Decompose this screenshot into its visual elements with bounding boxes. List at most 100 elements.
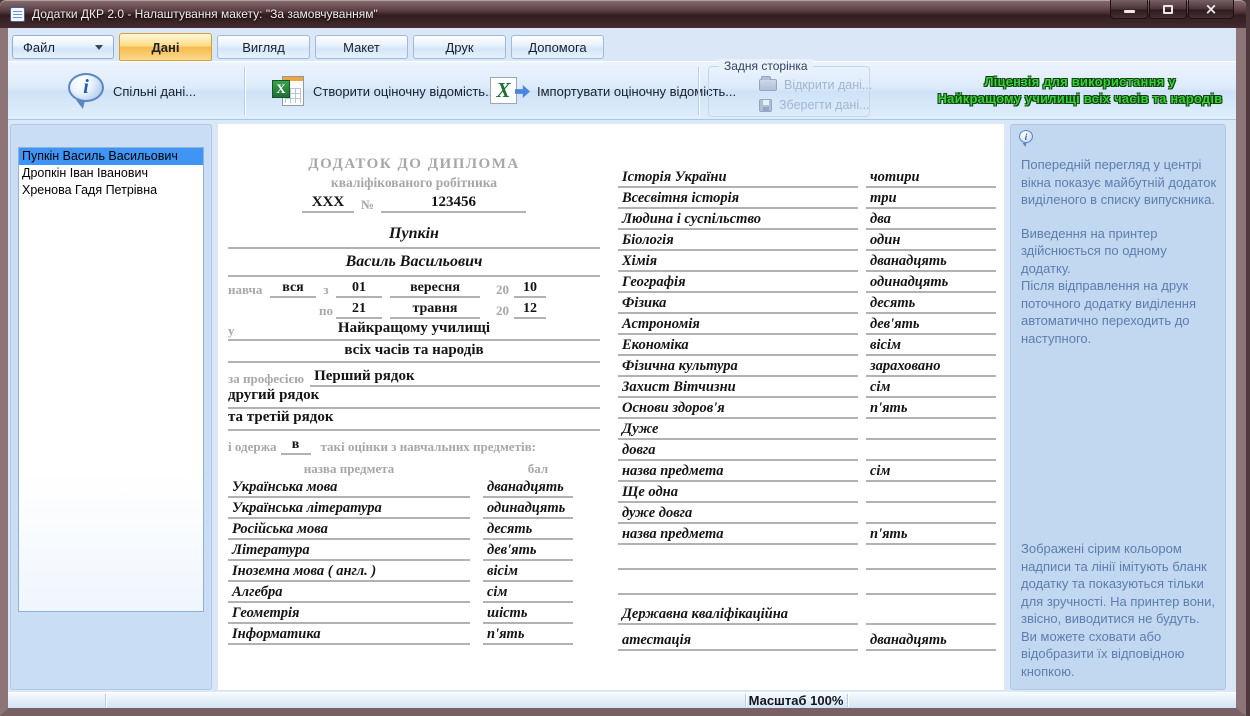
info-paragraph: Після відправлення на друк поточного дод…	[1021, 277, 1218, 347]
maximize-icon	[1163, 5, 1173, 14]
subject-name	[618, 568, 858, 570]
school-name-1: Найкращому училищі	[338, 320, 490, 336]
subject-grade: вісім	[866, 337, 996, 356]
year-from: 10	[514, 280, 546, 298]
excel-import-icon: X	[490, 76, 528, 106]
student-name: Пупкін Василь Васильович	[22, 149, 178, 163]
number-sign: №	[361, 197, 374, 213]
subject-name: Хімія	[618, 253, 858, 272]
info-icon: i	[1019, 130, 1035, 148]
titlebar[interactable]: Додатки ДКР 2.0 - Налаштування макету: "…	[0, 0, 1246, 28]
subject-grade: сім	[866, 463, 996, 482]
subjects-left-table: Українська мова дванадцять Українська лі…	[228, 477, 600, 645]
info-panel: i Попередній перегляд у центрі вікна пок…	[1010, 124, 1226, 690]
subject-name	[618, 593, 858, 595]
student-list-item[interactable]: Дропкін Іван Іванович	[19, 165, 203, 182]
subject-row: Географія одинадцять	[618, 272, 998, 293]
surname-line: Пупкін	[228, 225, 600, 249]
subject-row: Основи здоров'я п'ять	[618, 398, 998, 419]
subject-grade: десять	[866, 295, 996, 314]
tab[interactable]: Макет	[315, 35, 408, 59]
file-menu-button[interactable]: Файл	[12, 35, 114, 59]
info-paragraph: Попередній перегляд у центрі вікна показ…	[1021, 156, 1218, 209]
minimize-button[interactable]	[1110, 0, 1148, 19]
subject-name: Російська мова	[228, 521, 470, 540]
excel-sheet-icon: X	[272, 74, 304, 108]
subject-grade	[866, 501, 996, 503]
label-grades-intro: такі оцінки з навчальних предметів:	[321, 439, 536, 455]
subject-name: Географія	[618, 274, 858, 293]
diploma-series: XXX	[302, 194, 354, 213]
day-to: 21	[336, 301, 382, 319]
subject-name: Дуже	[618, 421, 858, 440]
tab[interactable]: Друк	[413, 35, 506, 59]
status-separator	[105, 694, 106, 707]
month-from: вересня	[390, 280, 480, 298]
students-panel: Пупкін Василь Васильович Дропкін Іван Ів…	[10, 124, 212, 690]
subject-row: Захист Вітчизни сім	[618, 377, 998, 398]
open-data-label: Відкрити дані...	[784, 78, 872, 92]
create-sheet-button[interactable]: X Створити оціночну відомість...	[264, 67, 504, 115]
tab[interactable]: Вигляд	[217, 35, 310, 59]
arrow-right-icon	[515, 85, 530, 98]
subject-grade: дванадцять	[866, 632, 996, 651]
subject-grade	[866, 459, 996, 461]
label-at: у	[228, 323, 235, 339]
subject-name: Захист Вітчизни	[618, 379, 858, 398]
school-name-2: всіх часів та народів	[344, 342, 483, 358]
subject-name: атестація	[618, 632, 858, 651]
student-name: Дропкін Іван Іванович	[22, 166, 148, 180]
open-data-button[interactable]: Відкрити дані...	[759, 76, 872, 94]
subject-grade: один	[866, 232, 996, 251]
tab[interactable]: Дані	[119, 33, 212, 61]
subject-row: Людина і суспільство два	[618, 209, 998, 230]
subject-row	[618, 545, 998, 570]
subject-name: назва предмета	[618, 526, 858, 545]
close-button[interactable]: ×	[1188, 0, 1234, 19]
profession-line-1: Перший рядок	[310, 368, 600, 387]
grades-table-header: назва предмета бал	[228, 461, 600, 477]
create-sheet-label: Створити оціночну відомість...	[313, 84, 496, 99]
subject-row: Фізика десять	[618, 293, 998, 314]
zoom-level: Масштаб 100%	[745, 693, 847, 708]
subject-grade: два	[866, 211, 996, 230]
chevron-down-icon	[95, 45, 103, 50]
subject-name: дуже довга	[618, 505, 858, 524]
save-data-button[interactable]: Зберегти дані...	[759, 96, 870, 114]
subject-grade: п'ять	[483, 626, 573, 645]
subject-grade: сім	[483, 584, 573, 603]
common-data-button[interactable]: i Спільні дані...	[60, 67, 204, 115]
subject-row: Державна кваліфікаційна	[618, 595, 998, 625]
century-label: 20	[480, 303, 514, 319]
subject-row: Біологія один	[618, 230, 998, 251]
minimize-icon	[1124, 10, 1135, 13]
subject-name: Всесвітня історія	[618, 190, 858, 209]
subject-grade: п'ять	[866, 526, 996, 545]
student-list-item[interactable]: Пупкін Василь Васильович	[19, 148, 203, 165]
tab-label: Дані	[152, 40, 180, 55]
subject-grade: одинадцять	[483, 500, 573, 519]
tab-strip: Файл Дані Вигляд Макет	[8, 30, 1236, 61]
student-name: Хренова Гадя Петрівна	[22, 183, 157, 197]
toolbar-separator	[698, 67, 699, 115]
tab[interactable]: Допомога	[511, 35, 604, 59]
app-window: Додатки ДКР 2.0 - Налаштування макету: "…	[0, 0, 1246, 716]
day-from: 01	[336, 280, 382, 298]
license-line2: Найкращому училищі всіх часів та народів	[930, 90, 1230, 107]
app-content: Файл Дані Вигляд Макет	[8, 28, 1236, 708]
column-subject: назва предмета	[228, 461, 470, 477]
subject-name: Ще одна	[618, 484, 858, 503]
students-list[interactable]: Пупкін Василь Васильович Дропкін Іван Ів…	[18, 147, 204, 612]
toolbar-separator	[244, 67, 245, 115]
maximize-button[interactable]	[1149, 0, 1187, 19]
import-sheet-button[interactable]: X Імпортувати оціночну відомість...	[482, 67, 744, 115]
subject-row: Алгебра сім	[228, 582, 600, 603]
file-menu-label: Файл	[23, 40, 55, 55]
subject-row: Геометрія шість	[228, 603, 600, 624]
school-line-1: у Найкращому училищі	[228, 319, 600, 341]
subjects-right-table: Історія України чотири Всесвітня історія…	[618, 167, 998, 651]
document-left-column: ДОДАТОК ДО ДИПЛОМА кваліфікованого робіт…	[228, 156, 600, 645]
subject-row: Фізична культура зараховано	[618, 356, 998, 377]
student-list-item[interactable]: Хренова Гадя Петрівна	[19, 182, 203, 199]
subject-row: Інформатика п'ять	[228, 624, 600, 645]
